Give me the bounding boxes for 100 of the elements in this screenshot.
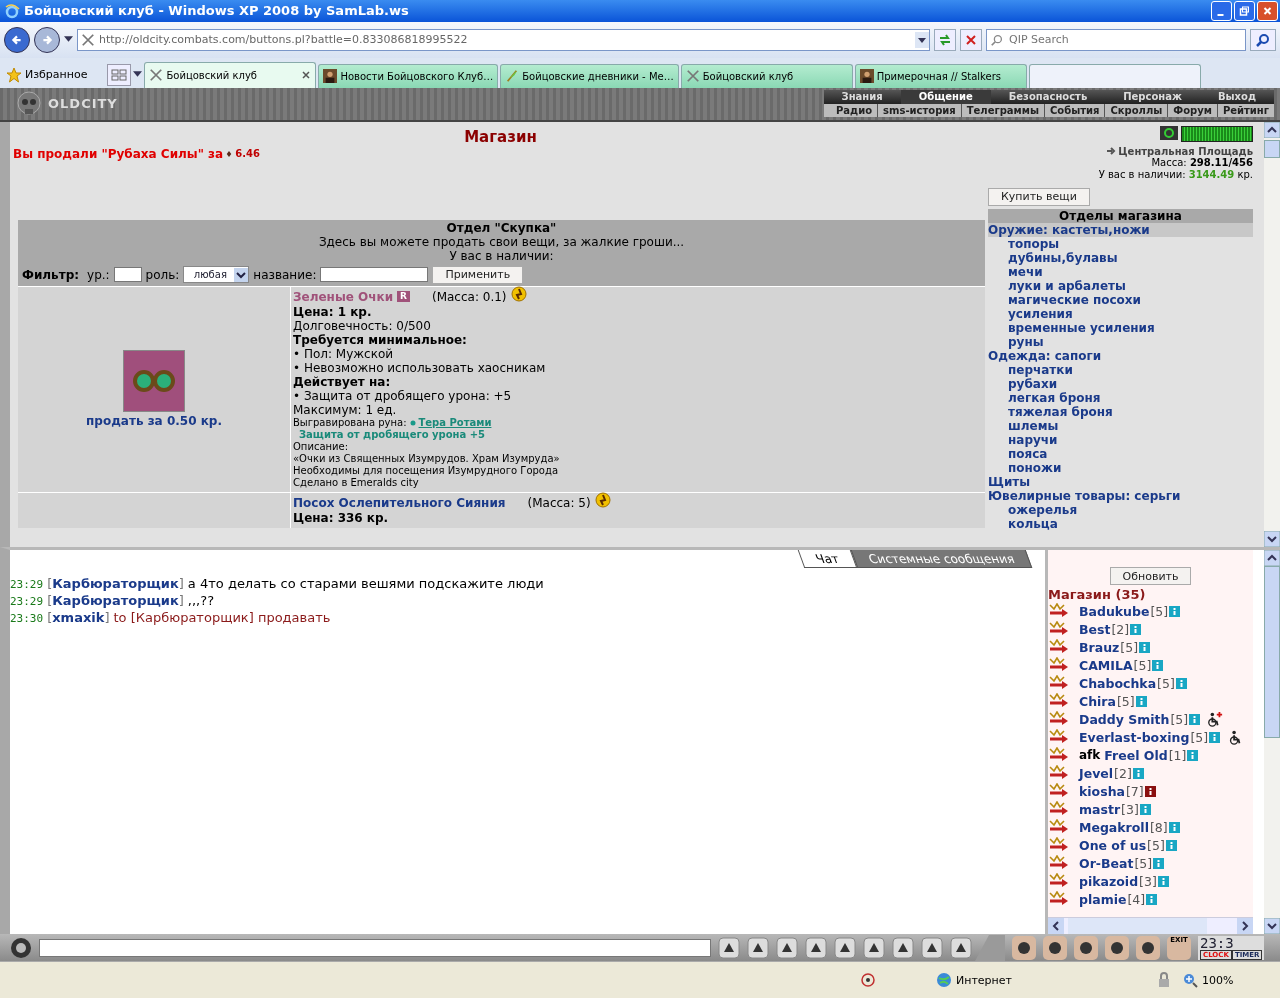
private-message-icon[interactable]	[1048, 855, 1070, 872]
search-field[interactable]: QIP Search	[986, 28, 1246, 51]
category-link[interactable]: луки и арбалеты	[988, 278, 1253, 293]
user-name-link[interactable]: pikazoid	[1079, 873, 1139, 889]
user-name-link[interactable]: Best	[1079, 621, 1111, 637]
back-button[interactable]	[4, 26, 30, 53]
address-field[interactable]: http://oldcity.combats.com/buttons.pl?battle=0.833086818995522	[77, 28, 930, 51]
search-button[interactable]	[1250, 28, 1276, 51]
refresh-button[interactable]: Обновить	[1109, 567, 1192, 586]
user-name-link[interactable]: Chira	[1079, 693, 1116, 709]
scrollbar[interactable]	[1264, 121, 1280, 548]
item-name-link[interactable]: Посох Ослепительного Сияния	[293, 495, 506, 510]
private-message-icon[interactable]	[1048, 765, 1070, 782]
user-name-link[interactable]: mastr	[1079, 801, 1121, 817]
message-sender[interactable]: [Карбюраторщик]	[47, 593, 184, 610]
category-link[interactable]: пояса	[988, 446, 1253, 461]
scroll-up-icon[interactable]	[1264, 550, 1280, 567]
category-link[interactable]: легкая броня	[988, 390, 1253, 405]
menu-tab[interactable]: Безопасность	[990, 89, 1106, 104]
user-name-link[interactable]: Jevel	[1079, 765, 1114, 781]
category-link[interactable]: дубины,булавы	[988, 250, 1253, 265]
private-message-icon[interactable]	[1048, 783, 1070, 800]
private-message-icon[interactable]	[1048, 837, 1070, 854]
user-name-link[interactable]: CAMILA	[1079, 657, 1133, 673]
scroll-thumb[interactable]	[1068, 918, 1207, 935]
private-message-icon[interactable]	[1048, 747, 1070, 764]
submenu-link[interactable]: sms-история	[877, 103, 961, 117]
submenu-link[interactable]: Скроллы	[1104, 103, 1168, 117]
user-name-link[interactable]: kiosha	[1079, 783, 1125, 799]
user-name-link[interactable]: Chabochka	[1079, 675, 1157, 691]
chat-mode-icon[interactable]	[10, 936, 32, 959]
submenu-link[interactable]: Форум	[1167, 103, 1217, 117]
info-icon[interactable]	[1144, 785, 1156, 797]
category-link[interactable]: усиления	[988, 306, 1253, 321]
submenu-link[interactable]: Радио	[831, 103, 878, 117]
category-link[interactable]: временные усиления	[988, 320, 1253, 335]
private-message-icon[interactable]	[1048, 675, 1070, 692]
dropdown-caret-icon[interactable]	[234, 267, 249, 282]
category-link[interactable]: топоры	[988, 236, 1253, 251]
scroll-right-icon[interactable]	[1237, 918, 1253, 935]
favorites-button[interactable]: Избранное	[4, 61, 90, 88]
stop-button[interactable]	[960, 28, 982, 51]
submenu-link[interactable]: События	[1043, 103, 1105, 117]
close-icon[interactable]	[301, 70, 312, 81]
level-input[interactable]	[113, 267, 142, 283]
browser-tab[interactable]: Примерочная // Stalkers	[854, 63, 1027, 88]
private-message-icon[interactable]	[1048, 729, 1070, 746]
category-link[interactable]: мечи	[988, 264, 1253, 279]
item-name-link[interactable]: Зеленые Очки	[293, 289, 394, 304]
dropdown-caret-icon[interactable]	[915, 30, 929, 49]
private-message-icon[interactable]	[1048, 693, 1070, 710]
private-message-icon[interactable]	[1048, 603, 1070, 620]
name-input[interactable]	[320, 267, 429, 283]
submenu-link[interactable]: Рейтинг	[1216, 103, 1274, 117]
category-link[interactable]: перчатки	[988, 362, 1253, 377]
forward-button[interactable]	[34, 26, 60, 53]
private-message-icon[interactable]	[1048, 711, 1070, 728]
user-name-link[interactable]: Or-Beat	[1079, 855, 1134, 871]
chat-input[interactable]	[39, 938, 711, 957]
category-link[interactable]: ожерелья	[988, 502, 1253, 517]
chat-tab[interactable]: Системные сообщения	[850, 550, 1033, 569]
chat-tab[interactable]: Чат	[798, 550, 858, 569]
scroll-thumb[interactable]	[1264, 139, 1280, 158]
location-link[interactable]: Центральная Площадь	[1118, 145, 1253, 157]
browser-tab[interactable]: Бойцовский клуб	[144, 61, 317, 88]
menu-tab[interactable]: Персонаж	[1105, 89, 1200, 104]
category-link[interactable]: руны	[988, 334, 1253, 349]
menu-tab[interactable]: Выход	[1199, 89, 1274, 104]
message-sender[interactable]: [xmaxik]	[47, 610, 110, 627]
browser-tab[interactable]: Бойцовские дневники - Ме…	[500, 63, 679, 88]
submenu-link[interactable]: Телеграммы	[960, 103, 1044, 117]
private-message-icon[interactable]	[1048, 873, 1070, 890]
sell-link[interactable]: продать за 0.50 кр.	[86, 414, 222, 429]
private-message-icon[interactable]	[1048, 891, 1070, 908]
category-link[interactable]: Щиты	[988, 474, 1253, 489]
horizontal-scrollbar[interactable]	[1048, 917, 1253, 935]
user-name-link[interactable]: Daddy Smith	[1079, 711, 1170, 727]
refresh-icon[interactable]	[1160, 125, 1178, 140]
scrollbar[interactable]	[1264, 550, 1280, 935]
user-name-link[interactable]: One of us	[1079, 837, 1147, 853]
scroll-left-icon[interactable]	[1048, 918, 1064, 935]
category-link[interactable]: поножи	[988, 460, 1253, 475]
menu-tab[interactable]: Знания	[823, 89, 901, 104]
dropdown-caret-icon[interactable]	[64, 36, 73, 44]
role-dropdown[interactable]: любая	[183, 266, 250, 284]
category-link[interactable]: кольца	[988, 516, 1253, 531]
menu-tab[interactable]: Общение	[900, 89, 991, 104]
category-link[interactable]: Одежда: сапоги	[988, 348, 1253, 363]
close-button[interactable]	[1257, 1, 1278, 21]
user-name-link[interactable]: Badukube	[1079, 603, 1150, 619]
scroll-down-icon[interactable]	[1264, 918, 1280, 935]
private-message-icon[interactable]	[1048, 819, 1070, 836]
buy-items-button[interactable]: Купить вещи	[988, 187, 1090, 206]
user-name-link[interactable]: Freel Old	[1104, 747, 1168, 763]
apply-button[interactable]: Применить	[432, 265, 524, 284]
browser-tab[interactable]: Новости Бойцовского Клуб…	[318, 63, 499, 88]
category-link[interactable]: шлемы	[988, 418, 1253, 433]
refresh-button[interactable]	[934, 28, 956, 51]
zoom-level[interactable]: 100%	[1202, 973, 1234, 987]
scroll-down-icon[interactable]	[1264, 531, 1280, 548]
